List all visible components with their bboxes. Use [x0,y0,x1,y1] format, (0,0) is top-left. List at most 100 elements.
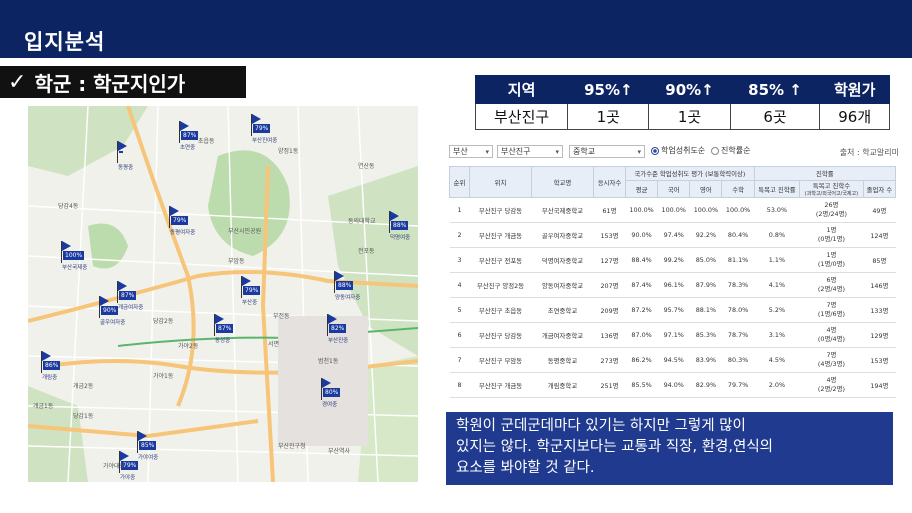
school-flag[interactable]: 88% 양동여자중 [333,271,360,301]
flag-icon [322,378,331,388]
map-place-label: 연산동 [358,163,375,170]
radio-achievement[interactable]: 학업성취도순 [651,146,705,156]
flag-pole [179,121,180,143]
school-flag[interactable]: 86% 개림중 [40,351,61,381]
flag-icon [42,351,51,361]
flag-icon [118,141,127,151]
cell-students: 207명 [593,272,626,298]
cell-math: 100.0% [721,197,755,223]
cell-students: 273명 [593,347,626,373]
flag-pole [117,281,118,303]
cell-school: 개림중학교 [531,372,594,398]
cell-grads: 85명 [863,247,896,273]
cell-kor: 97.1% [657,322,690,348]
school-flag[interactable]: 87% 개금여자중 [116,281,143,311]
summary-header-academy: 학원가 [819,75,890,104]
school-flag[interactable]: 88% 덕명여중 [388,211,410,241]
school-map[interactable]: 87% 초연중 79% 부산진여중동평중 100% 부산국제중 79% 동평여자중 87% 개금여… [28,106,418,482]
flag-school-name: 가야여중 [138,455,159,461]
cell-kor: 96.1% [657,272,690,298]
flag-percent: 79% [171,216,189,225]
school-flag[interactable]: 79% 부산중 [240,276,261,306]
flag-school-name: 동성중 [215,338,231,344]
map-place-label: 당감1동 [73,413,94,420]
flag-percent: 82% [329,324,347,333]
flag-school-name: 가야중 [120,475,136,481]
map-place-label: 부산진구청 [278,443,306,450]
school-flag[interactable]: 79% 가야중 [118,451,139,481]
map-place-label: 부산시민공원 [228,228,262,235]
flag-school-name: 덕명여중 [390,235,411,241]
school-flag[interactable]: 79% 부산진여중 [250,114,277,144]
cell-grads: 194명 [863,372,896,398]
flag-school-name: 개금여자중 [118,305,144,311]
cell-school: 부산국제중학교 [531,197,594,223]
city-select[interactable]: 부산 [449,145,493,158]
flag-pole [117,141,118,163]
flag-percent: 79% [243,286,261,295]
slide: 입지분석 ✓ 학군 : 학군지인가 87% 초연중 79% 부산진여중 동평중 … [0,0,912,513]
cell-grads: 146명 [863,272,896,298]
cell-math: 81.1% [721,247,755,273]
cell-count-total: 26명 [824,201,839,209]
school-flag[interactable]: 87% 초연중 [178,121,199,151]
school-flag[interactable]: 90% 골우여자중 [98,296,125,326]
cell-eng: 85.3% [689,322,722,348]
col-kor: 국어 [657,180,691,198]
school-flag[interactable]: 87% 동성중 [213,314,234,344]
section-tagline: ✓ 학군 : 학군지인가 [0,66,246,98]
flag-icon [62,241,71,251]
cell-avg: 100.0% [625,197,658,223]
cell-avg: 87.0% [625,322,658,348]
cell-count: 4명 (0명/4명) [799,322,864,348]
cell-kor: 94.0% [657,372,690,398]
flag-icon [100,296,109,306]
cell-eng: 100.0% [689,197,722,223]
cell-count: 7명 (4명/3명) [799,347,864,373]
cell-rank: 8 [449,372,470,398]
cell-location: 부산진구 개금동 [469,222,532,248]
school-flag[interactable]: 동평중 [116,141,133,171]
cell-avg: 87.2% [625,297,658,323]
map-place-label: 양정1동 [278,148,299,155]
map-place-label: 동의대학교 [348,218,376,225]
cell-rank: 2 [449,222,470,248]
cell-count-breakdown: (0명/1명) [817,235,845,243]
cell-math: 80.3% [721,347,755,373]
cell-grads: 129명 [863,322,896,348]
cell-eng: 82.9% [689,372,722,398]
source-note: 출처 : 학교알리미 [839,148,899,157]
flag-school-name: 부산중 [242,300,258,306]
school-flag[interactable]: 100% 부산국제중 [60,241,87,271]
school-flag[interactable]: 80% 경여중 [320,378,341,408]
map-place-label: 전포동 [358,248,375,255]
cell-avg: 90.0% [625,222,658,248]
school-flag[interactable]: 85% 가야여중 [136,431,158,461]
filter-bar: 부산 부산진구 중학교 학업성취도순 진학률순 출처 : 학교알리미 [449,145,899,159]
cell-rank: 7 [449,347,470,373]
flag-school-name: 초연중 [180,145,196,151]
map-place-label: 범천1동 [318,358,339,365]
cell-count: 26명 (2명/24명) [799,197,864,223]
radio-on-icon [651,147,659,155]
flag-percent [119,151,123,153]
flag-icon [138,431,147,441]
flag-icon [335,271,344,281]
school-level-select[interactable]: 중학교 [569,145,645,158]
col-special-count: 특목고 진학수 (과학고/외국어고/국제고) [799,180,864,198]
cell-count-total: 7명 [826,301,837,309]
school-flag[interactable]: 79% 동평여자중 [168,206,195,236]
cell-eng: 85.0% [689,247,722,273]
flag-pole [321,378,322,400]
map-place-label: 부암동 [228,258,245,265]
table-row: 2 부산진구 개금동 골우여자중학교 153명 90.0% 97.4% 92.2% 80.4%… [449,222,896,248]
flag-icon [120,451,129,461]
school-flag[interactable]: 82% 부산진중 [326,314,348,344]
radio-admission[interactable]: 진학률순 [711,146,750,156]
cell-rank: 3 [449,247,470,273]
cell-avg: 86.2% [625,347,658,373]
district-select[interactable]: 부산진구 [497,145,563,158]
map-place-label: 개금1동 [33,403,54,410]
memo-line: 학원이 군데군데마다 있기는 하지만 그렇게 많이 [456,418,746,434]
cell-rate: 53.0% [754,197,800,223]
